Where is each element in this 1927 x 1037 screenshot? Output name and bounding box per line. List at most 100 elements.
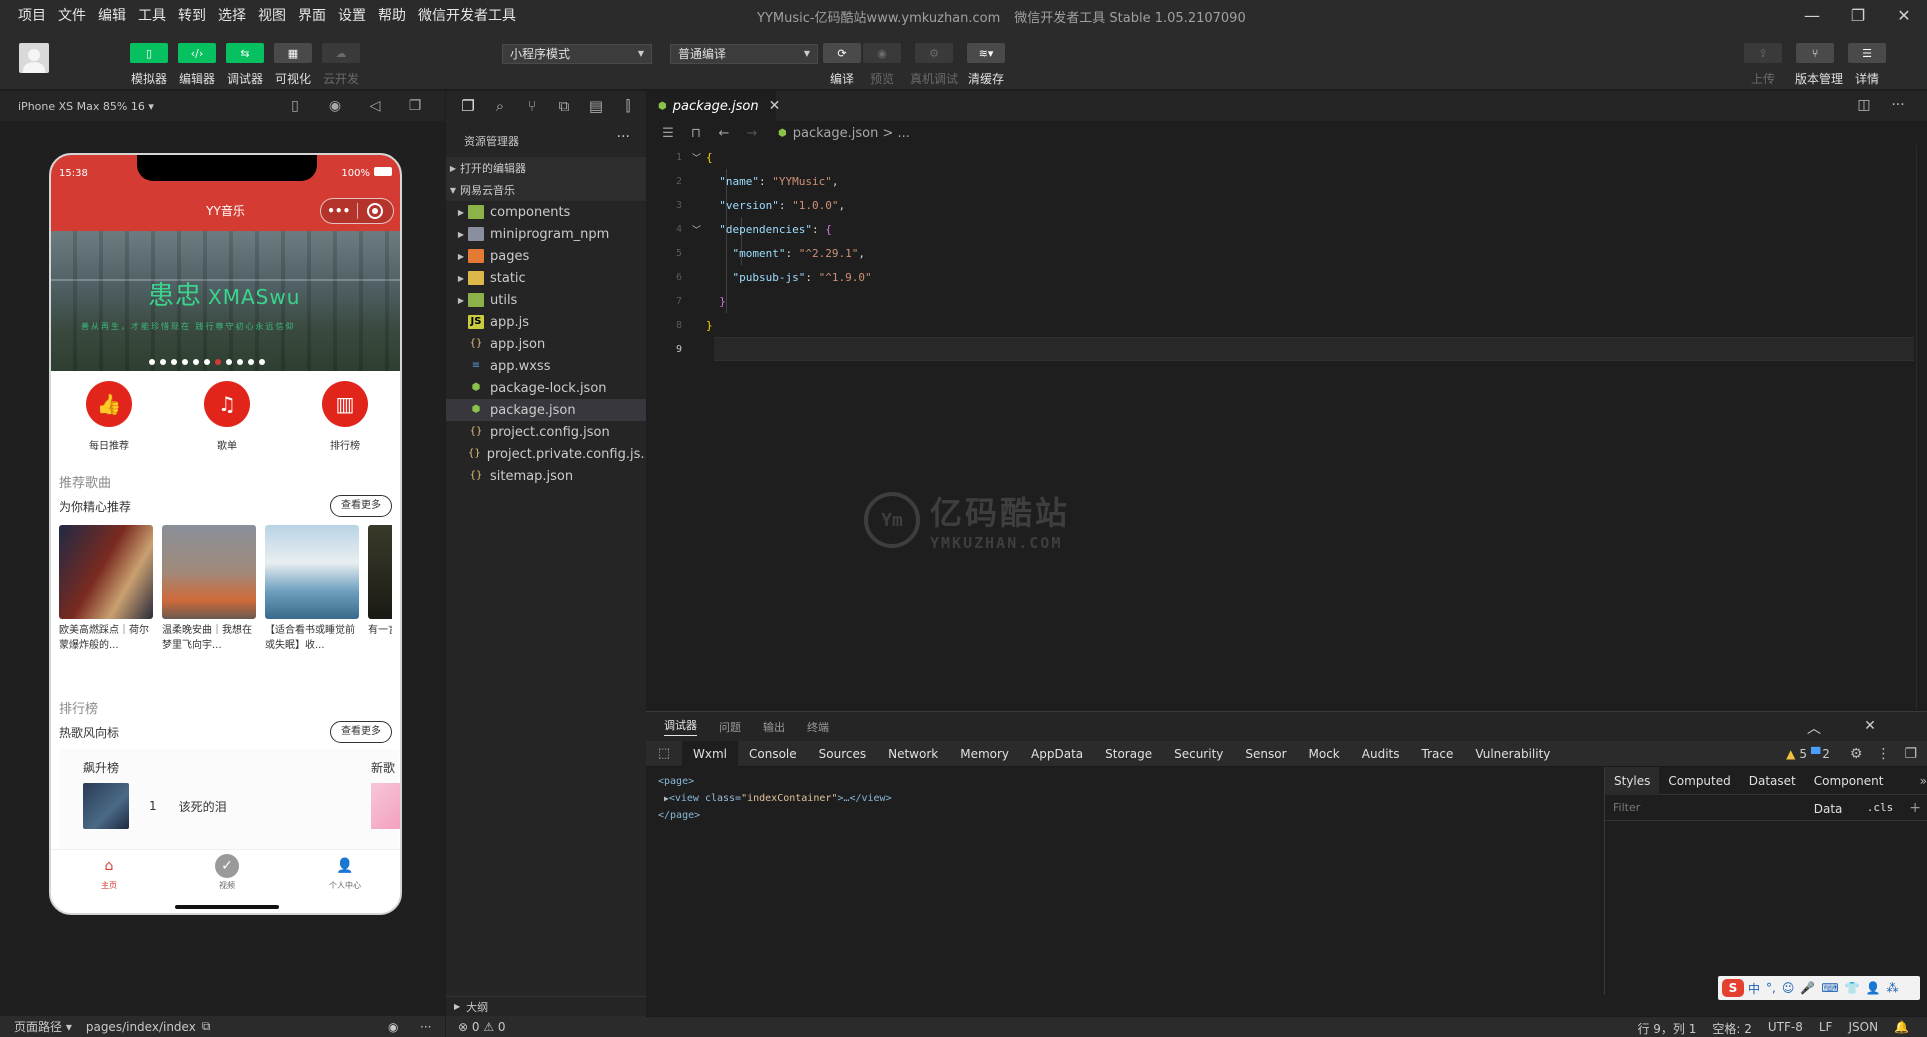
recommend-card[interactable]: 有一言， <box>368 525 392 653</box>
tab-profile[interactable]: 👤 个人中心 <box>305 854 385 891</box>
gear-icon[interactable]: ⚙ <box>1850 746 1863 762</box>
menu-tools[interactable]: 工具 <box>138 5 166 25</box>
sogou-logo-icon[interactable]: S <box>1722 979 1744 997</box>
tab-video[interactable]: ✓ 视频 <box>187 854 267 891</box>
debug-panel-icon[interactable]: ▤ <box>580 97 612 115</box>
panel-tab-output[interactable]: 输出 <box>763 719 785 735</box>
line-ending[interactable]: LF <box>1819 1020 1833 1037</box>
open-editors-section[interactable]: ▶ 打开的编辑器 <box>446 157 646 179</box>
eye-icon[interactable]: ◉ <box>388 1020 398 1034</box>
simulator-toggle-button[interactable]: ▯ <box>130 43 168 63</box>
styles-tab-component-data[interactable]: Component Data <box>1805 767 1918 816</box>
more-icon[interactable]: ··· <box>617 129 630 145</box>
devtools-tab-network[interactable]: Network <box>877 741 949 767</box>
cloud-button[interactable]: ☁ <box>322 43 360 63</box>
tree-item-project-config-json[interactable]: {} project.config.json <box>446 421 646 443</box>
problems-counter[interactable]: ⊗ 0 ⚠ 0 <box>446 1016 646 1037</box>
styles-tab-computed[interactable]: Computed <box>1659 767 1739 795</box>
minimize-icon[interactable]: — <box>1789 0 1835 30</box>
version-button[interactable]: ⑂ <box>1796 43 1834 63</box>
upload-button[interactable]: ⇪ <box>1744 43 1782 63</box>
recommend-more-button[interactable]: 查看更多 <box>330 495 392 517</box>
tree-item-app-js[interactable]: JS app.js <box>446 311 646 333</box>
real-debug-button[interactable]: ⚙ <box>915 43 953 63</box>
banner-carousel[interactable]: 患忠 XMASwu 善从再生，才能珍惜现在 践行尊守初心永远信仰 <box>51 231 400 371</box>
files-icon[interactable]: ❐ <box>452 97 484 115</box>
back-icon[interactable]: ← <box>710 126 738 141</box>
menu-select[interactable]: 选择 <box>218 5 246 25</box>
chevron-right-icon[interactable]: » <box>1920 774 1927 788</box>
banner-dot[interactable] <box>182 359 188 365</box>
plus-icon[interactable]: + <box>1909 800 1921 816</box>
devtools-tab-trace[interactable]: Trace <box>1411 741 1465 767</box>
ime-user[interactable]: 👤 <box>1866 981 1881 995</box>
tree-item-app-wxss[interactable]: ≡ app.wxss <box>446 355 646 377</box>
close-icon[interactable]: ✕ <box>1853 718 1887 738</box>
banner-dot[interactable] <box>226 359 232 365</box>
window-icon[interactable]: ❐ <box>395 98 435 114</box>
ime-voice[interactable]: 🎤 <box>1800 981 1815 995</box>
wxml-node[interactable]: ▶<view class="indexContainer">…</view> <box>658 790 1591 807</box>
wxml-node[interactable]: </page> <box>658 807 1591 824</box>
more-icon[interactable]: ••• <box>321 198 357 224</box>
quick-daily[interactable]: 👍 每日推荐 <box>69 381 149 452</box>
tree-item-sitemap-json[interactable]: {} sitemap.json <box>446 465 646 487</box>
undock-icon[interactable]: ❐ <box>1904 746 1917 762</box>
outline-section[interactable]: ▶ 大纲 <box>446 996 646 1016</box>
devtools-tab-memory[interactable]: Memory <box>949 741 1020 767</box>
restore-icon[interactable]: ❐ <box>1835 0 1881 30</box>
recommend-card[interactable]: 【适合看书或睡觉前或失眠】收... <box>265 525 359 653</box>
chevron-up-icon[interactable]: ︿ <box>1797 718 1831 738</box>
menu-settings[interactable]: 设置 <box>338 5 366 25</box>
rank-more-button[interactable]: 查看更多 <box>330 721 392 743</box>
menu-edit[interactable]: 编辑 <box>98 5 126 25</box>
forward-icon[interactable]: → <box>738 126 766 141</box>
menu-project[interactable]: 项目 <box>18 5 46 25</box>
avatar[interactable] <box>19 43 49 73</box>
panel-tab-debugger[interactable]: 调试器 <box>664 717 697 736</box>
list-icon[interactable]: ☰ <box>654 126 682 141</box>
search-icon[interactable]: ⌕ <box>484 97 516 115</box>
breadcrumb-path[interactable]: package.json > ... <box>793 126 910 141</box>
banner-dot[interactable] <box>248 359 254 365</box>
encoding[interactable]: UTF-8 <box>1768 1020 1803 1037</box>
split-editor-icon[interactable]: ◫ <box>1847 97 1881 113</box>
banner-dot[interactable] <box>160 359 166 365</box>
info-count[interactable]: 2 <box>1822 747 1830 761</box>
devtools-tab-security[interactable]: Security <box>1163 741 1234 767</box>
source-control-icon[interactable]: ⑂ <box>516 97 548 115</box>
quick-rank[interactable]: ▥ 排行榜 <box>305 381 385 452</box>
cls-toggle[interactable]: .cls <box>1867 801 1894 814</box>
devtools-tab-console[interactable]: Console <box>738 741 808 767</box>
project-section[interactable]: ▼ 网易云音乐 <box>446 179 646 201</box>
clear-cache-button[interactable]: ≋▾ <box>967 43 1005 63</box>
fold-icon[interactable]: ﹀ <box>692 151 706 164</box>
devtools-tab-appdata[interactable]: AppData <box>1020 741 1094 767</box>
wxml-node[interactable]: <page> <box>658 773 1591 790</box>
editor-scrollbar[interactable] <box>1916 145 1927 710</box>
tree-item-static[interactable]: ▶ static <box>446 267 646 289</box>
split-icon[interactable]: ⫿ <box>612 97 644 115</box>
close-window-icon[interactable]: ✕ <box>1881 0 1927 30</box>
editor-tab-package-json[interactable]: ⬢ package.json ✕ <box>646 91 780 121</box>
fold-icon[interactable]: ﹀ <box>692 223 706 236</box>
menu-goto[interactable]: 转到 <box>178 5 206 25</box>
tree-item-miniprogram-npm[interactable]: ▶ miniprogram_npm <box>446 223 646 245</box>
details-button[interactable]: ☰ <box>1848 43 1886 63</box>
editor-toggle-button[interactable]: ‹/› <box>178 43 216 63</box>
ime-punct[interactable]: °, <box>1766 981 1776 995</box>
preview-button[interactable]: ◉ <box>863 43 901 63</box>
banner-dot[interactable] <box>259 359 265 365</box>
phone-rotate-icon[interactable]: ▯ <box>275 98 315 114</box>
menu-devtools[interactable]: 微信开发者工具 <box>418 5 516 25</box>
devtools-tab-sources[interactable]: Sources <box>808 741 877 767</box>
tree-item-package-json[interactable]: ⬢ package.json <box>446 399 646 421</box>
panel-tab-terminal[interactable]: 终端 <box>807 719 829 735</box>
tree-item-project-private-config[interactable]: {} project.private.config.js... <box>446 443 653 465</box>
extensions-icon[interactable]: ⧉ <box>548 97 580 115</box>
inspect-icon[interactable]: ⬚ <box>646 746 682 761</box>
tab-home[interactable]: ⌂ 主页 <box>69 854 149 891</box>
capsule-close[interactable] <box>357 203 393 219</box>
compile-select[interactable]: 普通编译 ▼ <box>670 44 818 64</box>
language-mode[interactable]: JSON <box>1848 1020 1878 1037</box>
